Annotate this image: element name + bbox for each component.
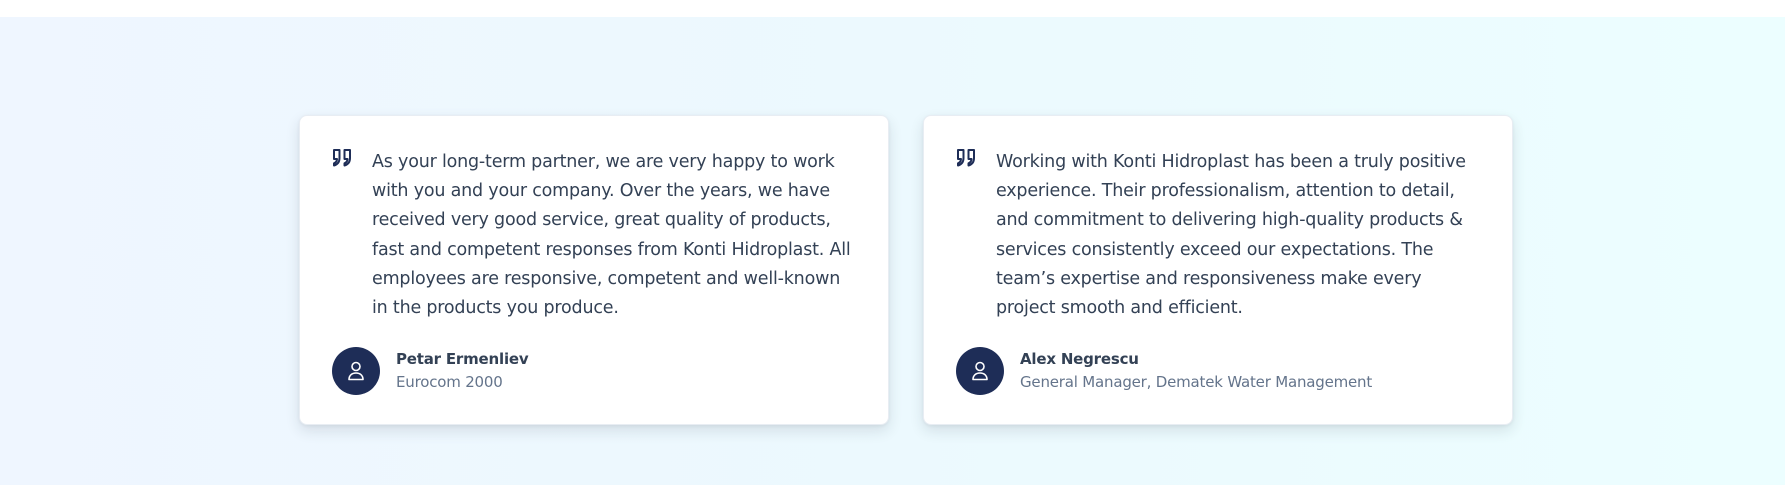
author-role: Eurocom 2000	[396, 373, 503, 391]
quote-icon	[957, 149, 975, 167]
avatar	[956, 347, 1004, 395]
author-name: Alex Negrescu	[1020, 350, 1139, 368]
quote-icon	[333, 149, 351, 167]
testimonial-card: Working with Konti Hidroplast has been a…	[923, 115, 1513, 425]
author-role: General Manager, Dematek Water Managemen…	[1020, 373, 1373, 391]
testimonial-quote: As your long-term partner, we are very h…	[372, 152, 851, 319]
author-info: Alex Negrescu General Manager, Dematek W…	[1020, 348, 1372, 394]
author-info: Petar Ermenliev Eurocom 2000	[396, 348, 529, 394]
avatar	[332, 347, 380, 395]
top-bar	[0, 0, 1785, 17]
user-icon	[972, 361, 988, 381]
testimonials-section: As your long-term partner, we are very h…	[0, 17, 1785, 485]
testimonial-author: Petar Ermenliev Eurocom 2000	[332, 347, 529, 395]
testimonial-author: Alex Negrescu General Manager, Dematek W…	[956, 347, 1372, 395]
user-icon	[348, 361, 364, 381]
testimonial-card: As your long-term partner, we are very h…	[299, 115, 889, 425]
testimonial-quote: Working with Konti Hidroplast has been a…	[996, 152, 1466, 319]
author-name: Petar Ermenliev	[396, 350, 529, 368]
